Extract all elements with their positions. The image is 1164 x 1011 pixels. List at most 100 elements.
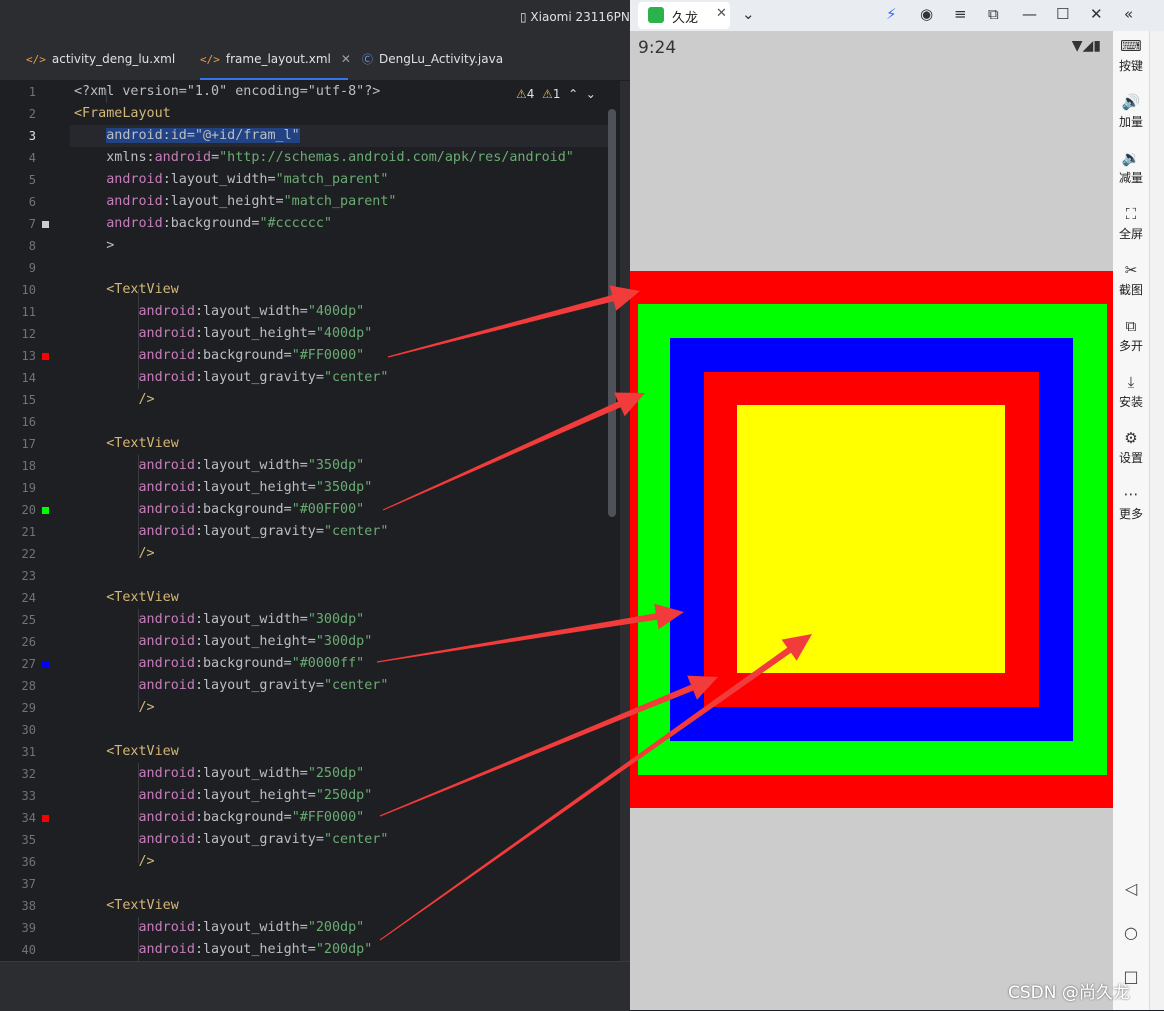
code-line: android:layout_height="400dp": [74, 323, 373, 345]
back-icon[interactable]: ◁: [1113, 879, 1149, 898]
toolbar-button-volume-down[interactable]: 🔉 减量: [1113, 149, 1149, 186]
code-line: android:background="#FF0000": [74, 345, 365, 367]
menu-icon[interactable]: ≡: [954, 5, 967, 23]
line-number: 33: [21, 789, 36, 803]
code-line: android:layout_width="match_parent": [74, 169, 388, 191]
code-token: />: [138, 854, 155, 869]
code-token: :layout_width=: [162, 172, 276, 187]
boost-icon[interactable]: ⚡: [886, 5, 897, 23]
minimize-icon[interactable]: —: [1022, 5, 1037, 23]
code-editor[interactable]: 1 2 3 4 5 6 7 8 9 10 11 12 13 14 15 16 17 18 19 20 21 22 23 24 2…: [0, 81, 630, 961]
close-icon[interactable]: ✕: [341, 52, 351, 66]
account-icon[interactable]: ◉: [920, 5, 933, 23]
tab-denglu-activity[interactable]: Ⓒ DengLu_Activity.java: [362, 38, 503, 78]
code-token: />: [138, 546, 155, 561]
code-token: :layout_height=: [194, 634, 316, 649]
color-swatch-icon[interactable]: [42, 661, 49, 668]
emulator-tab[interactable]: 久龙 ✕: [638, 2, 730, 29]
toolbar-button-keyboard[interactable]: ⌨ 按键: [1113, 37, 1149, 74]
close-window-icon[interactable]: ✕: [1090, 5, 1103, 23]
toolbar-button-fullscreen[interactable]: ⛶ 全屏: [1113, 205, 1149, 242]
line-number: 3: [28, 129, 36, 143]
code-token: android: [138, 788, 195, 803]
install-apk-icon: ⤓: [1127, 373, 1135, 391]
phone-screen[interactable]: 9:24 ▼◢▮: [630, 31, 1113, 1010]
line-number: 4: [28, 151, 36, 165]
color-swatch-icon[interactable]: [42, 221, 49, 228]
device-selector[interactable]: ▯ Xiaomi 23116PN: [520, 10, 630, 24]
toolbar-label: 设置: [1118, 451, 1143, 465]
line-number: 36: [21, 855, 36, 869]
code-token: :background=: [194, 656, 292, 671]
toolbar-button-settings[interactable]: ⚙ 设置: [1113, 429, 1149, 466]
color-swatch-icon[interactable]: [42, 815, 49, 822]
screenshot-icon: ✂: [1124, 261, 1138, 279]
code-line: />: [74, 389, 155, 411]
line-number: 19: [21, 481, 36, 495]
line-number: 8: [28, 239, 36, 253]
chevron-down-icon[interactable]: ⌄: [586, 87, 596, 101]
line-number: 1: [28, 85, 36, 99]
code-token: :background=: [194, 502, 292, 517]
code-token: android: [106, 172, 163, 187]
maximize-icon[interactable]: ☐: [1056, 5, 1069, 23]
close-icon[interactable]: ✕: [716, 6, 727, 21]
inspection-widget[interactable]: ⚠4 ⚠1 ⌃ ⌄: [516, 87, 596, 101]
android-app-icon: [648, 7, 664, 23]
line-number: 16: [21, 415, 36, 429]
code-token: "350dp": [307, 458, 365, 473]
tab-activity-deng-lu[interactable]: </> activity_deng_lu.xml: [26, 38, 175, 78]
toolbar-button-screenshot[interactable]: ✂ 截图: [1113, 261, 1149, 298]
code-token: :background=: [194, 348, 292, 363]
pin-icon[interactable]: ⧉: [988, 5, 999, 23]
code-token: <?xml version="1.0" encoding="utf-8"?>: [74, 84, 381, 99]
toolbar-button-install-apk[interactable]: ⤓ 安装: [1113, 373, 1149, 410]
line-number: 40: [21, 943, 36, 957]
code-token: xmlns:: [74, 150, 155, 165]
color-swatch-icon[interactable]: [42, 353, 49, 360]
code-token: "center": [323, 370, 389, 385]
code-token: "center": [323, 678, 389, 693]
toolbar-button-more[interactable]: ⋯ 更多: [1113, 485, 1149, 522]
ide-title-bar: ▯ Xiaomi 23116PN: [0, 0, 630, 38]
toolbar-button-volume-up[interactable]: 🔊 加量: [1113, 93, 1149, 130]
code-line: android:background="#FF0000": [74, 807, 365, 829]
chevron-down-icon[interactable]: ⌄: [742, 5, 755, 23]
indent-guide: [138, 289, 139, 389]
code-line: <FrameLayout: [74, 103, 171, 125]
textview-square-5: [737, 405, 1005, 673]
code-token: "match_parent": [275, 172, 389, 187]
code-token: :layout_height=: [194, 788, 316, 803]
toolbar-label: 减量: [1118, 171, 1143, 185]
toolbar-button-multi-instance[interactable]: ⧉ 多开: [1113, 317, 1149, 354]
collapse-panel-icon[interactable]: «: [1124, 5, 1133, 23]
tab-label: activity_deng_lu.xml: [51, 52, 176, 66]
code-token: :layout_width=: [194, 304, 308, 319]
code-token: :layout_height=: [162, 194, 284, 209]
xml-file-icon: </>: [200, 53, 220, 66]
tab-frame-layout[interactable]: </> frame_layout.xml ✕: [200, 38, 351, 80]
chevron-up-icon[interactable]: ⌃: [568, 87, 578, 101]
code-token: android: [138, 458, 195, 473]
emulator-tab-title: 久龙: [672, 11, 699, 26]
toolbar-label: 全屏: [1118, 227, 1143, 241]
java-class-icon: Ⓒ: [362, 53, 373, 66]
code-line: />: [74, 697, 155, 719]
line-number: 17: [21, 437, 36, 451]
color-swatch-icon[interactable]: [42, 507, 49, 514]
code-line: android:layout_height="match_parent": [74, 191, 396, 213]
line-number: 34: [21, 811, 36, 825]
editor-scrollbar[interactable]: [608, 109, 616, 517]
code-token: android: [138, 326, 195, 341]
code-line: android:layout_gravity="center": [74, 829, 389, 851]
home-icon[interactable]: ○: [1113, 923, 1149, 942]
line-number: 9: [28, 261, 36, 275]
